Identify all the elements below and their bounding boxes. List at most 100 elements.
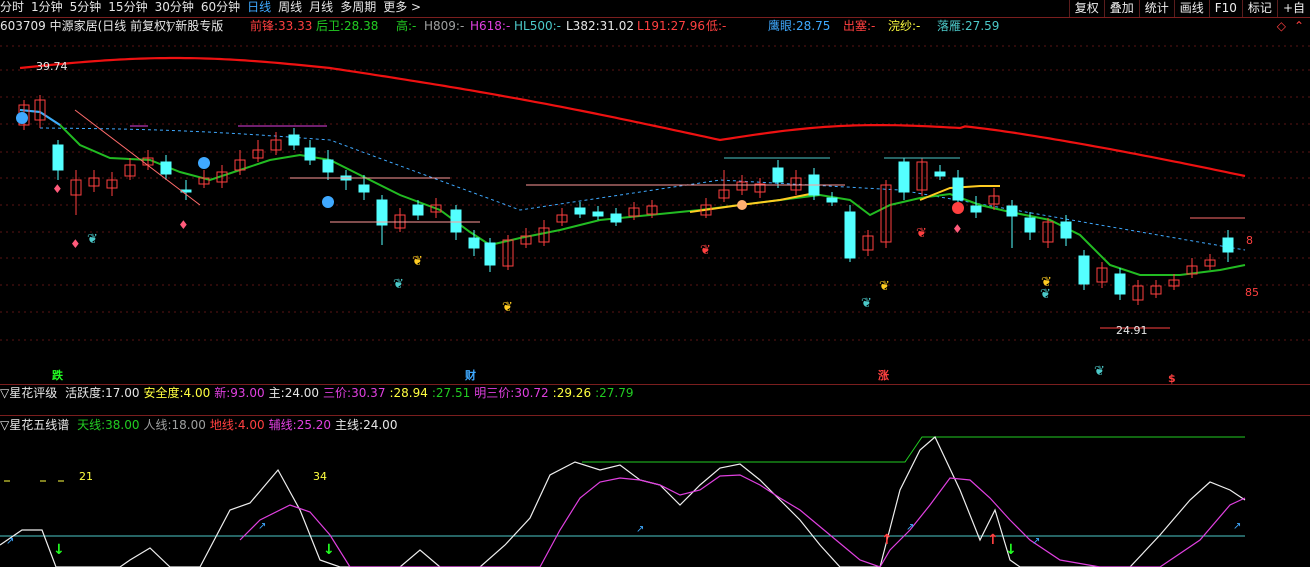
indicator2-item-4: 主线:24.00 xyxy=(335,418,397,432)
main-osc-line xyxy=(0,436,1246,567)
candle-body xyxy=(934,171,946,177)
indicator-value: 18.00 xyxy=(171,418,206,432)
panel-divider-1 xyxy=(0,384,1310,385)
indicator1-item-5: :28.94 xyxy=(389,386,427,400)
small-arrow-icon: ↗ xyxy=(6,536,14,547)
candle-body xyxy=(826,197,838,203)
label-34: 34 xyxy=(313,470,327,483)
indicator-label: 人线: xyxy=(143,418,172,432)
gem-icon: ♦ xyxy=(70,237,81,251)
orb-icon xyxy=(322,196,334,208)
indicator-star-rating-title[interactable]: ▽星花评级 xyxy=(0,386,57,400)
candle-body xyxy=(288,134,300,146)
butterfly-icon: ❦ xyxy=(393,277,404,292)
butterfly-icon: ❦ xyxy=(412,254,423,269)
indicator-five-lines-title[interactable]: ▽星花五线谱 xyxy=(0,418,69,432)
butterfly-icon: ❦ xyxy=(1040,287,1051,302)
small-arrow-icon: ↗ xyxy=(1233,521,1241,532)
butterfly-icon: ❦ xyxy=(87,232,98,247)
arrow-icon: ↑ xyxy=(881,532,893,548)
event-marker-finance[interactable]: 财 xyxy=(463,369,478,382)
candle-body xyxy=(160,161,172,175)
candle-body xyxy=(1078,255,1090,285)
indicator1-item-1: 安全度:4.00 xyxy=(143,386,210,400)
green-short-ma-line xyxy=(19,109,1246,276)
candle-body xyxy=(574,207,586,215)
orb-icon xyxy=(16,112,28,124)
indicator-label: 新: xyxy=(214,386,231,400)
candle-body xyxy=(1222,237,1234,253)
butterfly-icon: ❦ xyxy=(916,226,927,241)
indicator-value: 4.00 xyxy=(183,386,211,400)
arrow-icon: ↓ xyxy=(1005,542,1017,558)
indicator1-item-6: :27.51 xyxy=(432,386,470,400)
right-label-bottom: 85 xyxy=(1245,286,1259,299)
candle-body xyxy=(952,177,964,201)
candle-body xyxy=(1114,273,1126,295)
indicator-value: 28.94 xyxy=(393,386,428,400)
indicator-value: 93.00 xyxy=(230,386,265,400)
candle-body xyxy=(322,159,334,173)
candle-body xyxy=(468,237,480,249)
indicator2-item-2: 地线:4.00 xyxy=(210,418,265,432)
indicator-star-rating: ▽星花评级 活跃度:17.00 安全度:4.00 新:93.00 主:24.00 三价:… xyxy=(0,386,637,401)
indicator-label: 活跃度: xyxy=(65,386,106,400)
candle-body xyxy=(1006,205,1018,217)
gem-icon: ♦ xyxy=(52,182,63,196)
candle-body xyxy=(358,184,370,193)
indicator2-item-1: 人线:18.00 xyxy=(143,418,205,432)
indicator-value: 27.79 xyxy=(599,386,634,400)
low-price-label: 24.91 xyxy=(1116,324,1148,337)
orb-icon xyxy=(952,202,964,214)
magenta-osc-line xyxy=(239,474,1246,567)
indicator-label: 辅线: xyxy=(268,418,297,432)
panel-divider-2 xyxy=(0,415,1310,416)
high-price-label: 39.74 xyxy=(36,60,68,73)
indicator-five-lines: ▽星花五线谱 天线:38.00 人线:18.00 地线:4.00 辅线:25.20 主线… xyxy=(0,418,401,433)
indicator1-item-0: 活跃度:17.00 xyxy=(65,386,139,400)
indicator-value: 24.00 xyxy=(284,386,320,400)
event-marker-up[interactable]: 涨 xyxy=(876,369,891,382)
candle-body xyxy=(412,204,424,216)
candle-body xyxy=(610,213,622,223)
arrow-icon: ↑ xyxy=(987,532,999,548)
small-arrow-icon: ↗ xyxy=(1032,536,1040,547)
butterfly-icon: ❦ xyxy=(502,300,513,315)
indicator-label: 安全度: xyxy=(143,386,184,400)
candle-body xyxy=(970,205,982,213)
candle-body xyxy=(592,211,604,217)
indicator-label: 主: xyxy=(268,386,285,400)
arrow-icon: ↓ xyxy=(53,542,65,558)
indicator-label: 天线: xyxy=(77,418,106,432)
candle-body xyxy=(1060,221,1072,239)
candle-body xyxy=(376,199,388,226)
right-label-top: 8 xyxy=(1246,234,1253,247)
indicator-label: 主线: xyxy=(335,418,364,432)
indicator-value: 38.00 xyxy=(105,418,140,432)
small-arrow-icon: ↗ xyxy=(906,522,914,533)
candle-body xyxy=(1024,217,1036,233)
indicator-value: 24.00 xyxy=(363,418,398,432)
candle-body xyxy=(772,167,784,183)
indicator1-item-2: 新:93.00 xyxy=(214,386,264,400)
label-21: 21 xyxy=(79,470,93,483)
indicator-value: 4.00 xyxy=(237,418,265,432)
candle-body xyxy=(898,161,910,193)
butterfly-icon: ❦ xyxy=(1094,364,1105,379)
orb-icon xyxy=(198,157,210,169)
event-marker-down[interactable]: 跌 xyxy=(50,369,65,382)
yellow-ma-segment xyxy=(689,193,811,213)
sky-line xyxy=(582,436,1245,463)
indicator-value: 17.00 xyxy=(105,386,140,400)
gem-icon: ♦ xyxy=(178,218,189,232)
butterfly-icon: ❦ xyxy=(700,243,711,258)
butterfly-icon: ❦ xyxy=(861,296,872,311)
candle-body xyxy=(52,144,64,171)
indicator-value: 27.51 xyxy=(435,386,471,400)
indicator1-item-8: :29.26 xyxy=(553,386,591,400)
indicator-label: 明三价: xyxy=(474,386,515,400)
butterfly-icon: ❦ xyxy=(879,279,890,294)
indicator1-item-7: 明三价:30.72 xyxy=(474,386,548,400)
candle-body xyxy=(484,242,496,266)
indicator1-item-4: 三价:30.37 xyxy=(323,386,385,400)
